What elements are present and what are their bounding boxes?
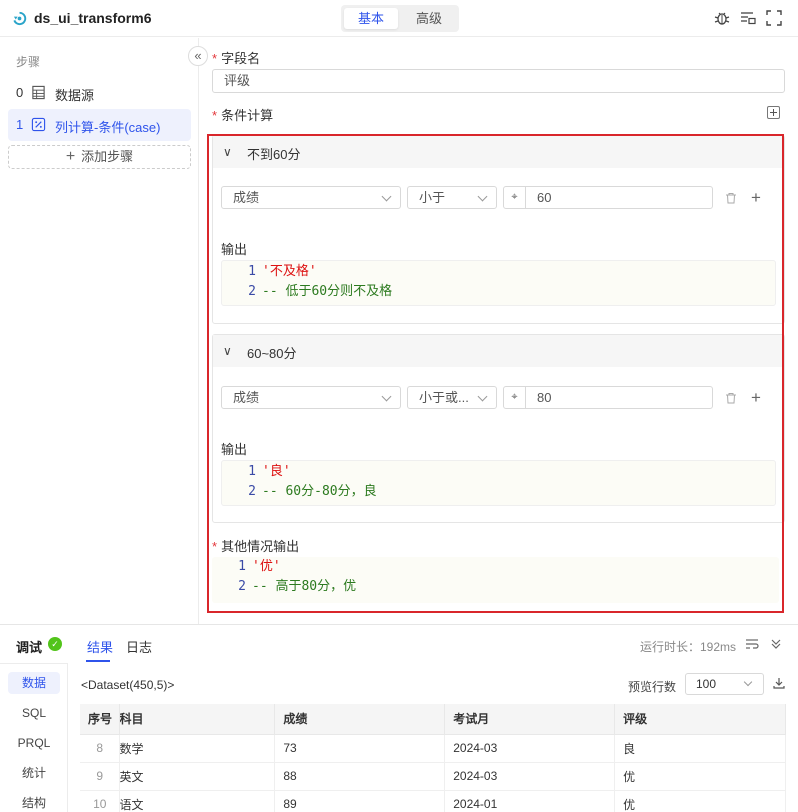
table-row: 8 数学 73 2024-03 良 (80, 734, 786, 763)
field-name-input[interactable]: 评级 (212, 69, 785, 93)
field-name-label: * 字段名 (212, 51, 261, 66)
table-cell: 语文 (119, 790, 276, 812)
chevron-down-icon (743, 677, 753, 687)
app-root: ds_ui_transform6 基本 高级 « 步骤 0 数据源 1 列计算-… (0, 0, 798, 812)
tab-basic[interactable]: 基本 (344, 8, 398, 29)
table-cell: 优 (614, 790, 786, 812)
column-header[interactable]: 考试月 (444, 704, 616, 735)
preview-rows-label: 预览行数 (628, 680, 677, 694)
wrap-lines-icon[interactable] (745, 637, 759, 651)
app-title: ds_ui_transform6 (34, 10, 152, 26)
step-number: 0 (16, 85, 24, 100)
runtime-text: 运行时长：192ms (640, 640, 737, 654)
collapse-down-icon[interactable] (769, 637, 783, 651)
transform-app-icon (13, 11, 27, 26)
active-tab-indicator (86, 660, 110, 662)
highlight-frame (207, 134, 784, 613)
dataset-label: <Dataset(450,5)> (81, 678, 175, 692)
table-cell: 良 (614, 734, 786, 763)
tab-advanced[interactable]: 高级 (402, 8, 456, 29)
table-row: 10 语文 89 2024-01 优 (80, 790, 786, 812)
column-header[interactable]: 序号 (80, 704, 121, 735)
top-header: ds_ui_transform6 基本 高级 (0, 0, 798, 37)
percent-icon (31, 117, 46, 132)
nav-schema[interactable]: 结构 (8, 792, 60, 812)
required-mark: * (212, 108, 218, 123)
table-cell: 2024-01 (444, 790, 616, 812)
table-header-row: 序号 科目 成绩 考试月 评级 (80, 704, 786, 735)
list-settings-icon[interactable] (740, 10, 756, 26)
table-cell: 8 (80, 734, 121, 763)
table-cell: 88 (274, 762, 446, 791)
step-item-case[interactable]: 1 列计算-条件(case) (8, 109, 191, 141)
step-label: 列计算-条件(case) (55, 120, 161, 135)
table-cell: 10 (80, 790, 121, 812)
step-number: 1 (16, 117, 24, 132)
tab-log[interactable]: 日志 (126, 637, 152, 656)
table-cell: 2024-03 (444, 734, 616, 763)
collapse-panel-button[interactable]: « (188, 46, 208, 66)
debug-side-nav: 数据 SQL PRQL 统计 结构 (0, 663, 68, 812)
column-header[interactable]: 成绩 (274, 704, 446, 735)
required-mark: * (212, 51, 218, 66)
nav-prql[interactable]: PRQL (8, 732, 60, 754)
nav-stats[interactable]: 统计 (8, 762, 60, 784)
step-item-datasource[interactable]: 0 数据源 (8, 77, 191, 109)
table-row: 9 英文 88 2024-03 优 (80, 762, 786, 791)
result-table: 序号 科目 成绩 考试月 评级 8 数学 73 2024-03 良 9 英文 8… (80, 704, 786, 812)
debug-panel: 调试 ✓ 结果 日志 运行时长：192ms 数据 SQL PRQL 统计 结构 … (0, 624, 798, 812)
add-condition-icon[interactable] (767, 106, 780, 119)
mode-switch: 基本 高级 (341, 5, 459, 32)
tab-result[interactable]: 结果 (87, 637, 113, 656)
table-cell: 优 (614, 762, 786, 791)
table-cell: 9 (80, 762, 121, 791)
nav-data[interactable]: 数据 (8, 672, 60, 694)
table-cell: 73 (274, 734, 446, 763)
table-cell: 英文 (119, 762, 276, 791)
column-header[interactable]: 评级 (614, 704, 786, 735)
nav-sql[interactable]: SQL (8, 702, 60, 724)
add-step-label: 添加步骤 (81, 149, 134, 164)
plus-icon: + (65, 148, 76, 165)
table-cell: 数学 (119, 734, 276, 763)
table-icon (32, 85, 45, 100)
preview-rows-select[interactable]: 100 (685, 673, 764, 695)
success-check-icon: ✓ (48, 637, 62, 651)
step-label: 数据源 (55, 88, 95, 103)
steps-title: 步骤 (16, 55, 41, 69)
column-header[interactable]: 科目 (119, 704, 276, 735)
debug-title: 调试 (16, 640, 43, 655)
bug-icon[interactable] (714, 10, 730, 26)
table-cell: 89 (274, 790, 446, 812)
add-step-button[interactable]: + 添加步骤 (8, 145, 191, 169)
condition-label: * 条件计算 (212, 108, 274, 123)
download-icon[interactable] (773, 677, 785, 689)
fullscreen-icon[interactable] (766, 10, 782, 26)
table-cell: 2024-03 (444, 762, 616, 791)
